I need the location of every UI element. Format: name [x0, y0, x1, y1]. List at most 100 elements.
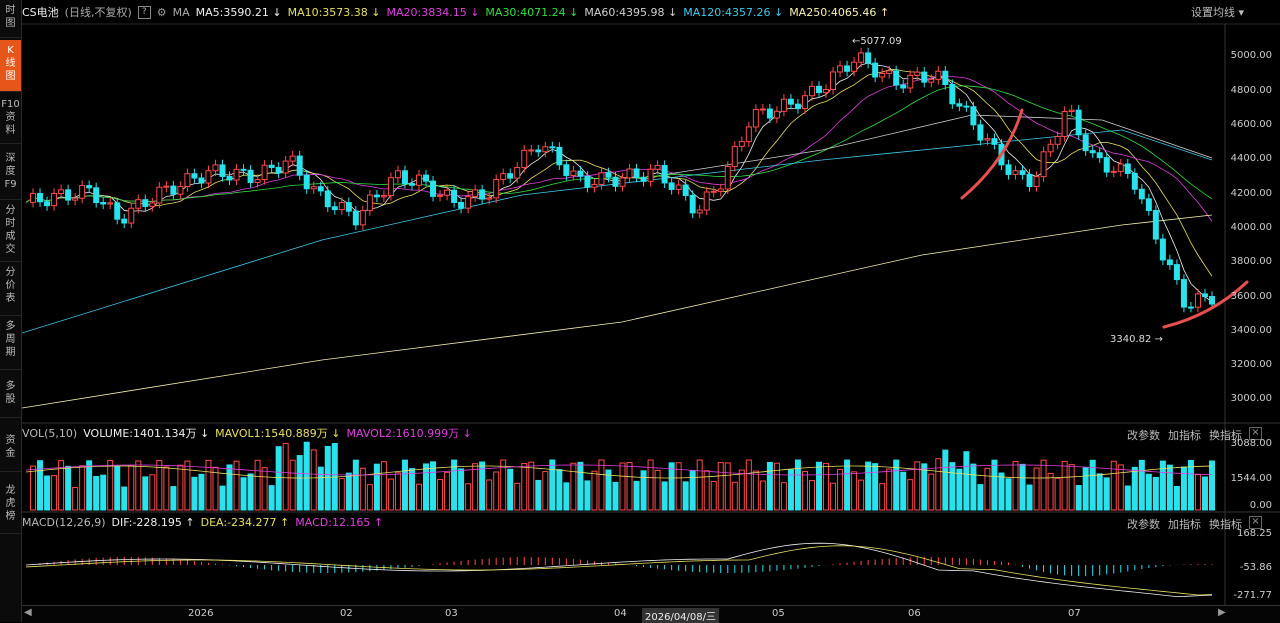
sidebar-item-timeshare[interactable]: 时 图 [0, 0, 21, 38]
volume-bar [1209, 460, 1215, 511]
volume-bar [415, 483, 422, 511]
candle-body [394, 170, 401, 179]
month-label: 03 [445, 608, 458, 619]
candle-body [837, 65, 844, 73]
candle-body [1089, 150, 1096, 154]
candle-body [310, 186, 317, 190]
candle-body [865, 52, 872, 64]
candle-body [773, 110, 780, 119]
vol-add-button[interactable]: 加指标 [1168, 427, 1201, 443]
candle-body [1209, 296, 1215, 305]
scroll-right-icon[interactable]: ▶ [1218, 607, 1226, 618]
volume-bar [745, 459, 752, 511]
crosshair-date-label: 2026/04/08/三 [642, 608, 720, 623]
sidebar-item-dragon-tiger[interactable]: 龙 虎 榜 [0, 482, 21, 534]
candle-body [1012, 170, 1019, 175]
candle-body [458, 201, 465, 209]
candle-body [1110, 170, 1117, 173]
volume-bar [296, 455, 303, 511]
candle-body [1068, 109, 1075, 112]
candle-body [731, 145, 738, 167]
candle-body [58, 189, 65, 194]
volume-bar [486, 479, 493, 511]
month-label: 02 [340, 608, 353, 619]
volume-bar [1194, 474, 1201, 511]
volume-bar [731, 481, 738, 511]
candle-body [872, 62, 879, 78]
macd-params-button[interactable]: 改参数 [1127, 516, 1160, 532]
candle-body [366, 194, 373, 212]
candle-body [444, 189, 451, 196]
vol-params-button[interactable]: 改参数 [1127, 427, 1160, 443]
candle-body [780, 98, 787, 112]
macd-header: MACD(12,26,9) DIF:-228.195 ↑ DEA:-234.27… [22, 512, 1222, 532]
sidebar-item-price-table[interactable]: 分 价 表 [0, 264, 21, 316]
month-label: 2026 [188, 608, 214, 619]
mavol1-value: MAVOL1:1540.889万 ↓ [215, 427, 341, 440]
scroll-left-icon[interactable]: ◀ [24, 607, 32, 618]
candle-body [654, 165, 661, 170]
volume-bar [268, 485, 275, 511]
candle-body [542, 146, 549, 153]
mavol2-value: MAVOL2:1610.999万 ↓ [346, 427, 472, 440]
candle-body [114, 202, 121, 220]
dea-value: DEA:-234.277 ↑ [200, 515, 290, 529]
volume-bar [437, 479, 444, 511]
volume-bar [626, 462, 633, 511]
volume-bar [1145, 473, 1152, 511]
month-label: 06 [908, 608, 921, 619]
candle-body [935, 70, 942, 80]
sidebar-item-kline[interactable]: K 线 图 [0, 40, 21, 92]
volume-bar [766, 461, 773, 511]
volume-bar [114, 466, 121, 511]
candle-body [1005, 164, 1012, 175]
candle-body [535, 149, 542, 153]
volume-bar [935, 458, 942, 511]
price-tick: 3600.00 [1230, 291, 1272, 302]
volume-bar [1026, 484, 1033, 511]
candle-body [338, 202, 345, 211]
volume-bar [100, 474, 107, 511]
sidebar-item-ticks[interactable]: 分 时 成 交 [0, 202, 21, 262]
volume-bar [584, 480, 591, 511]
candle-body [275, 166, 282, 174]
price-tick: 4000.00 [1230, 222, 1272, 233]
macd-title: MACD(12,26,9) [22, 515, 106, 529]
volume-bar [86, 460, 93, 511]
volume-bar [254, 459, 261, 511]
volume-bar [752, 470, 759, 511]
sidebar-item-multi-period[interactable]: 多 周 期 [0, 318, 21, 370]
volume-bar [724, 462, 731, 511]
volume-bar [128, 464, 135, 511]
volume-bar [823, 462, 830, 511]
macd-tick: -53.86 [1239, 562, 1272, 573]
candle-body [766, 108, 773, 119]
candle-body [86, 185, 93, 189]
volume-bar [1201, 476, 1208, 511]
price-tick: 4800.00 [1230, 85, 1272, 96]
ma10-line [25, 68, 1213, 277]
volume-bar [528, 461, 535, 511]
volume-bar [310, 449, 317, 511]
volume-bar [808, 480, 815, 511]
sidebar-item-depth[interactable]: 深 度 F9 [0, 148, 21, 200]
candle-body [907, 74, 914, 89]
candle-body [682, 184, 689, 196]
sidebar-item-multi-stock[interactable]: 多 股 [0, 378, 21, 418]
candle-body [1180, 279, 1187, 308]
sidebar-item-f10[interactable]: F10 资 料 [0, 94, 21, 144]
candle-body [1061, 110, 1068, 137]
sidebar-item-funds[interactable]: 资 金 [0, 432, 21, 472]
volume-bar [661, 481, 668, 511]
chart-area: CS电池 (日线,不复权) ? ⚙ MA MA5:3590.21 ↓ MA10:… [22, 0, 1280, 623]
candle-body [823, 88, 830, 94]
volume-bar [844, 459, 851, 511]
macd-tools: 改参数 加指标 换指标 [1119, 516, 1242, 532]
macd-add-button[interactable]: 加指标 [1168, 516, 1201, 532]
time-axis[interactable]: ◀ 2026 02 03 04 2026/04/08/三 05 06 07 ▶ [22, 605, 1280, 623]
candle-body [647, 168, 654, 182]
macd-tick: 168.25 [1237, 528, 1272, 539]
candle-body [563, 164, 570, 176]
candle-body [808, 85, 815, 97]
volume-bar [858, 479, 865, 511]
